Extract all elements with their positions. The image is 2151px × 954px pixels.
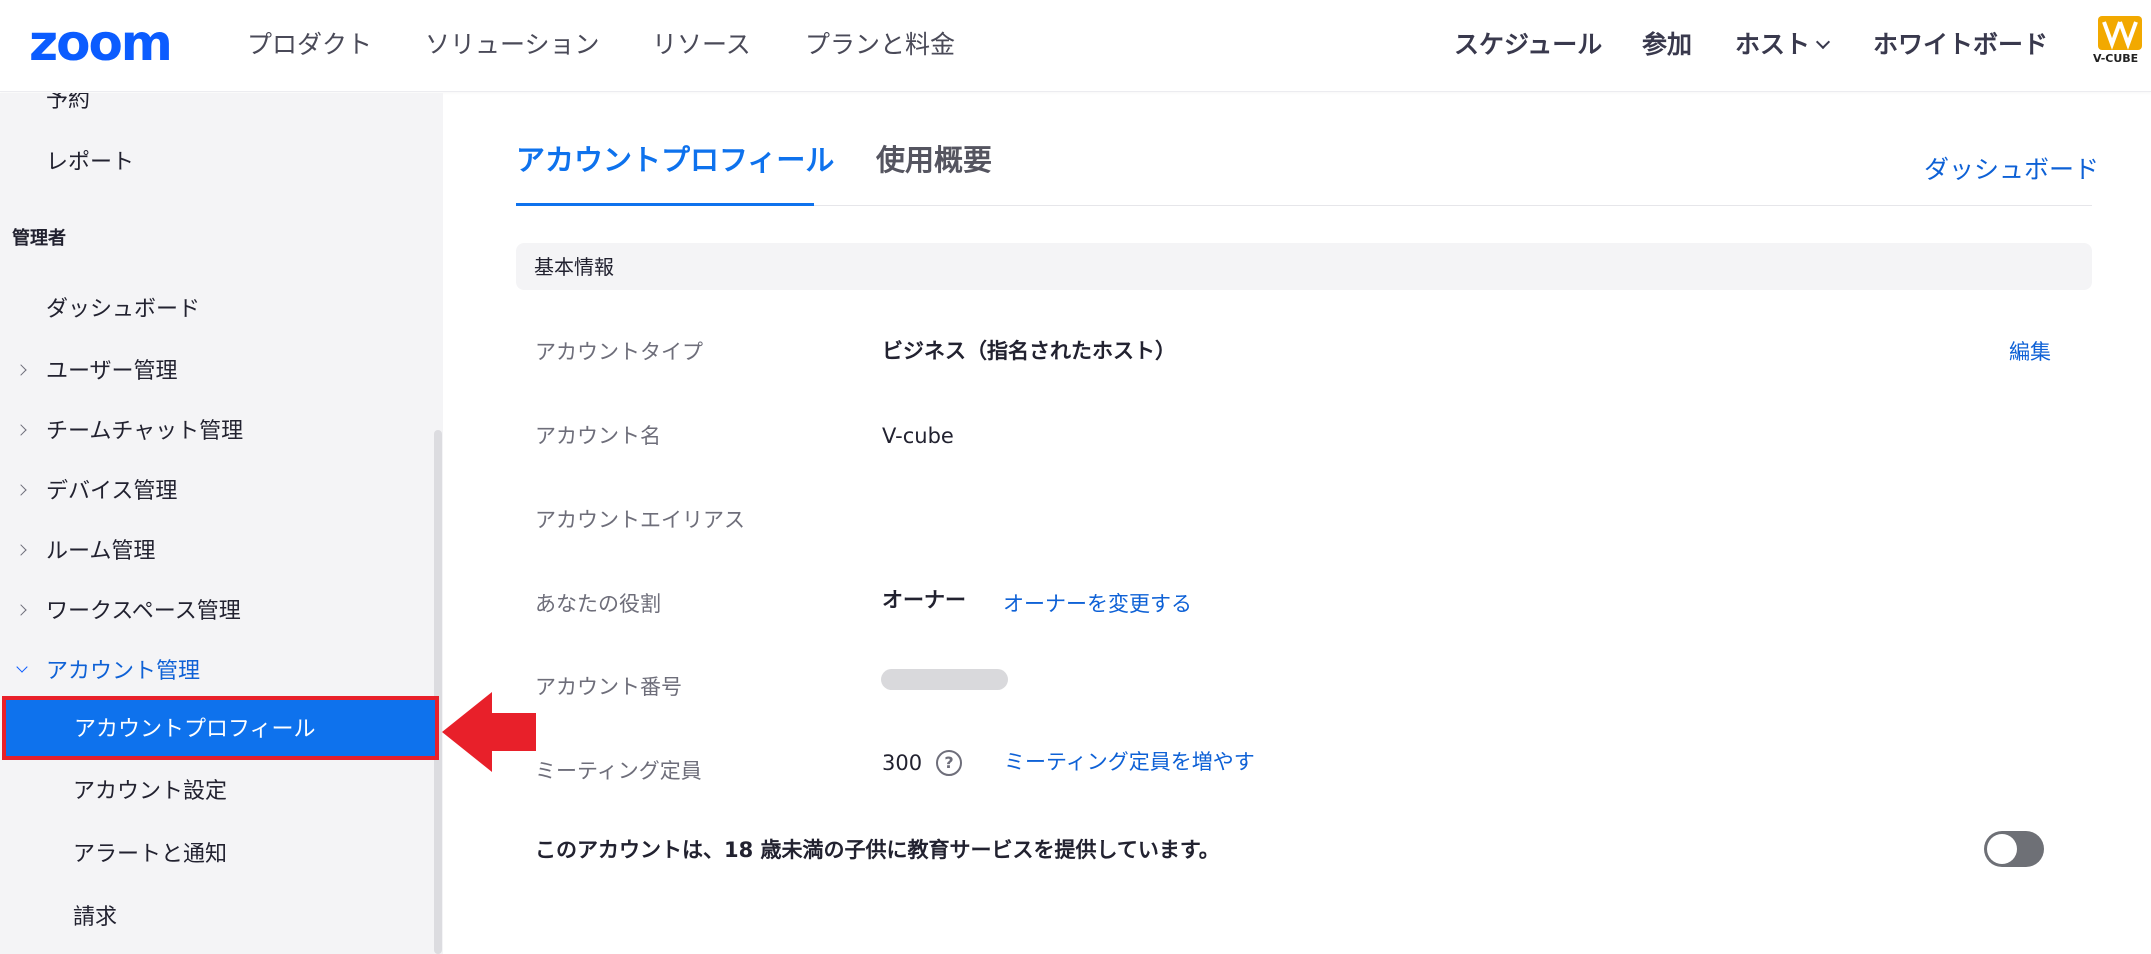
chevron-down-icon <box>16 661 28 673</box>
tab-account-profile[interactable]: アカウントプロフィール <box>516 140 834 180</box>
sidebar-item-reservations[interactable]: 予約 <box>46 93 90 116</box>
change-owner-link[interactable]: オーナーを変更する <box>1003 589 1192 619</box>
sidebar-item-account-settings[interactable]: アカウント設定 <box>73 777 227 807</box>
sidebar-item-workspace-management[interactable]: ワークスペース管理 <box>46 597 241 627</box>
help-question-icon[interactable]: ? <box>936 750 962 776</box>
nav-host[interactable]: ホスト <box>1735 28 1831 62</box>
nav-products[interactable]: プロダクト <box>247 28 372 62</box>
section-title: 基本情報 <box>534 255 614 279</box>
account-name-value: V-cube <box>882 424 954 448</box>
chevron-right-icon <box>15 424 27 436</box>
chevron-right-icon <box>15 364 27 376</box>
education-notice-text: このアカウントは、18 歳未満の子供に教育サービスを提供しています。 <box>535 838 1220 862</box>
account-number-redacted <box>881 669 1008 690</box>
sidebar-scrollbar[interactable] <box>434 430 442 954</box>
sidebar-item-dashboard[interactable]: ダッシュボード <box>46 295 200 325</box>
increase-capacity-link[interactable]: ミーティング定員を増やす <box>1004 747 1255 777</box>
account-alias-label: アカウントエイリアス <box>535 508 745 532</box>
meeting-capacity-label: ミーティング定員 <box>535 759 702 783</box>
nav-plans-pricing[interactable]: プランと料金 <box>805 28 955 62</box>
sidebar-item-reports[interactable]: レポート <box>46 148 134 178</box>
nav-schedule[interactable]: スケジュール <box>1454 28 1602 62</box>
nav-host-label: ホスト <box>1735 30 1811 59</box>
v-cube-label: V-CUBE <box>2093 52 2139 65</box>
account-name-label: アカウント名 <box>535 424 661 448</box>
chevron-right-icon <box>15 484 27 496</box>
sidebar-section-admin: 管理者 <box>12 228 66 249</box>
sidebar: 予約 レポート 管理者 ダッシュボード ユーザー管理 チームチャット管理 デバイ… <box>0 93 443 954</box>
basic-info-section-header: 基本情報 <box>516 243 2092 290</box>
sidebar-item-user-management[interactable]: ユーザー管理 <box>46 357 178 387</box>
sidebar-item-device-management[interactable]: デバイス管理 <box>46 477 177 507</box>
sidebar-item-billing[interactable]: 請求 <box>73 903 117 933</box>
account-type-value: ビジネス（指名されたホスト） <box>882 339 1176 363</box>
chevron-right-icon <box>15 544 27 556</box>
tab-usage-overview[interactable]: 使用概要 <box>876 140 992 180</box>
nav-join[interactable]: 参加 <box>1642 28 1692 62</box>
sidebar-item-account-profile[interactable]: アカウントプロフィール <box>2 696 439 760</box>
edit-account-type-link[interactable]: 編集 <box>2009 337 2051 367</box>
sidebar-item-label: アカウントプロフィール <box>74 717 316 742</box>
top-navigation: zoom プロダクト ソリューション リソース プランと料金 スケジュール 参加… <box>0 0 2151 92</box>
account-type-label: アカウントタイプ <box>535 340 703 364</box>
chevron-right-icon <box>15 604 27 616</box>
nav-whiteboard[interactable]: ホワイトボード <box>1873 28 2048 62</box>
dashboard-link[interactable]: ダッシュボード <box>1924 153 2099 187</box>
role-label: あなたの役割 <box>535 592 661 616</box>
sidebar-item-alerts-notifications[interactable]: アラートと通知 <box>73 840 227 870</box>
nav-solutions[interactable]: ソリューション <box>425 28 600 62</box>
chevron-down-icon <box>1815 34 1831 50</box>
education-toggle[interactable] <box>1984 831 2044 867</box>
zoom-logo[interactable]: zoom <box>29 18 173 68</box>
active-tab-indicator <box>516 203 814 206</box>
sidebar-item-room-management[interactable]: ルーム管理 <box>46 537 155 567</box>
nav-resources[interactable]: リソース <box>652 28 751 62</box>
meeting-capacity-value: 300 <box>882 751 923 775</box>
sidebar-item-account-management[interactable]: アカウント管理 <box>46 657 200 687</box>
toggle-knob <box>1987 834 2017 864</box>
red-arrow-annotation-icon <box>442 692 536 772</box>
role-value: オーナー <box>882 588 966 612</box>
account-number-label: アカウント番号 <box>535 675 682 699</box>
sidebar-item-team-chat-management[interactable]: チームチャット管理 <box>46 417 243 447</box>
